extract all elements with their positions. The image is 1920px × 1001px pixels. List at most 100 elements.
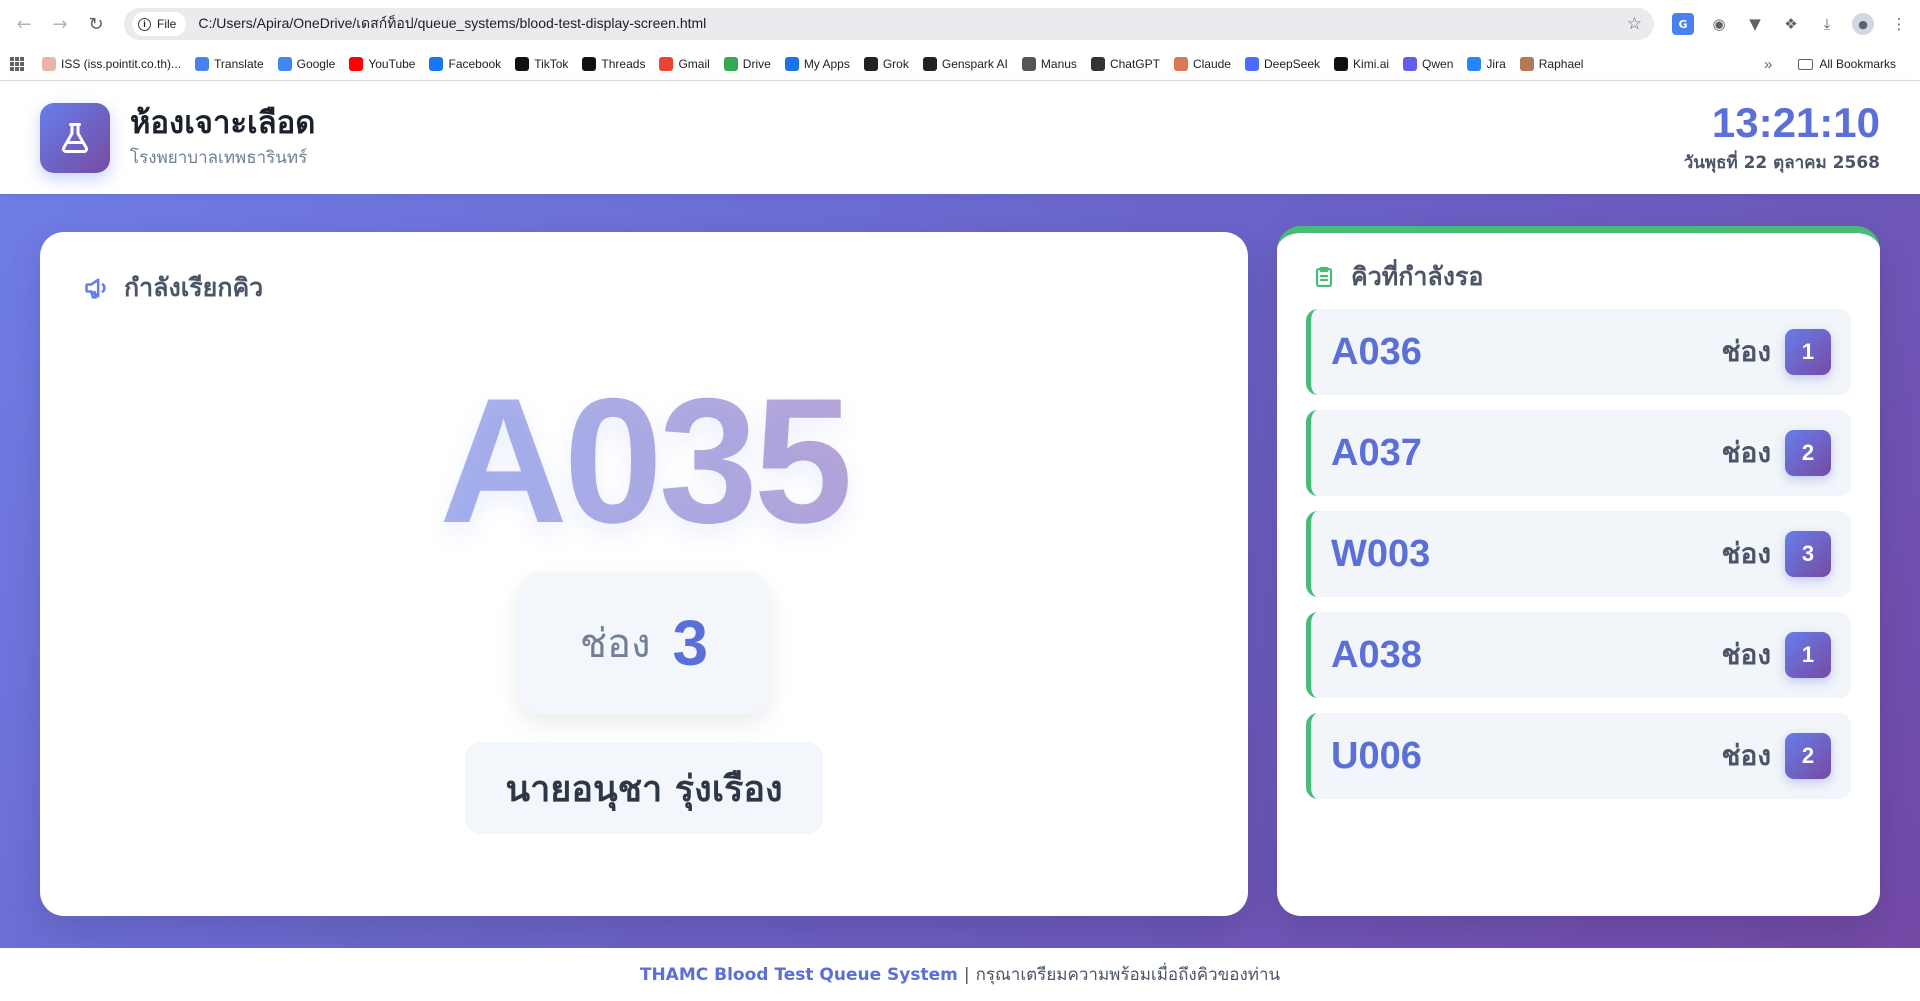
claude-icon [1173, 57, 1188, 71]
current-queue-panel: กำลังเรียกคิว A035 ช่อง 3 นายอนุชา รุ่งเ… [40, 232, 1248, 916]
queue-item-counter-label: ช่อง [1721, 537, 1772, 570]
page-title: ห้องเจาะเลือด [130, 104, 316, 141]
bookmark-item[interactable]: Threads [582, 57, 645, 71]
download-icon[interactable]: ⤓ [1816, 13, 1838, 35]
bookmark-item[interactable]: Gmail [659, 57, 710, 71]
bookmark-item[interactable]: Raphael [1519, 57, 1584, 71]
bookmark-item[interactable]: Drive [723, 57, 771, 71]
waiting-queue-panel: คิวที่กำลังรอ A036 ช่อง 1 A037 ช่อง 2 W003 ช่อง… [1277, 226, 1880, 916]
chatgpt-icon [1090, 57, 1105, 71]
profile-avatar-icon[interactable]: ● [1852, 13, 1874, 35]
bookmark-label: Threads [601, 57, 646, 71]
bookmark-label: TikTok [534, 57, 569, 71]
bookmark-item[interactable]: Qwen [1403, 57, 1453, 71]
queue-item-counter: ช่อง 2 [1722, 430, 1831, 476]
bookmark-item[interactable]: Google [277, 57, 336, 71]
bookmark-label: Genspark AI [941, 57, 1008, 71]
queue-item-counter: ช่อง 1 [1721, 632, 1831, 678]
footer-separator: | [963, 964, 970, 985]
bookmark-item[interactable]: ISS (iss.pointit.co.th)... [42, 57, 181, 71]
bookmark-label: ChatGPT [1109, 57, 1160, 71]
queue-item: U006 ช่อง 2 [1306, 713, 1851, 799]
queue-item-counter-label: ช่อง [1721, 739, 1772, 772]
browser-toolbar: ← → ↻ i File C:/Users/Apira/OneDrive/เดส… [0, 0, 1920, 48]
camera-icon[interactable]: ◉ [1708, 13, 1730, 35]
back-arrow-icon[interactable]: ← [10, 10, 38, 38]
footer-brand: THAMC Blood Test Queue System [639, 964, 958, 985]
youtube-icon [349, 57, 364, 71]
puzzle-extensions-icon[interactable]: ❖ [1780, 13, 1802, 35]
bookmark-item[interactable]: Translate [195, 57, 264, 71]
clock-time: 13:21:10 [1711, 99, 1880, 147]
folder-icon [1798, 58, 1814, 70]
counter-badge: 1 [1785, 632, 1831, 678]
clock: 13:21:10 วันพุธที่ 22 ตุลาคม 2568 [1684, 100, 1880, 175]
bookmark-item[interactable]: Kimi.ai [1334, 57, 1389, 71]
jira-icon [1467, 57, 1482, 71]
queue-item-counter-label: ช่อง [1721, 335, 1772, 368]
browser-chrome: ← → ↻ i File C:/Users/Apira/OneDrive/เดส… [0, 0, 1920, 81]
menu-kebab-icon[interactable]: ⋮ [1888, 13, 1910, 35]
bookmark-item[interactable]: Facebook [429, 57, 501, 71]
forward-arrow-icon[interactable]: → [46, 10, 74, 38]
bookmark-label: Jira [1486, 57, 1506, 71]
raphael-icon [1519, 57, 1534, 71]
bookmark-label: Facebook [448, 57, 502, 71]
bookmark-item[interactable]: My Apps [784, 57, 850, 71]
all-bookmarks-button[interactable]: All Bookmarks [1798, 57, 1896, 71]
counter-label: ช่อง [579, 621, 651, 667]
bookmark-star-icon[interactable]: ☆ [1627, 14, 1642, 34]
bookmark-label: Claude [1192, 57, 1231, 71]
counter-badge: 2 [1785, 430, 1831, 476]
translate-extension-icon[interactable]: G [1672, 13, 1694, 35]
bookmark-label: Google [296, 57, 336, 71]
bookmark-item[interactable]: YouTube [349, 57, 415, 71]
bookmark-label: Drive [742, 57, 771, 71]
gmail-icon [659, 57, 674, 71]
queue-item-counter: ช่อง 1 [1721, 329, 1831, 375]
queue-item: A038 ช่อง 1 [1306, 612, 1851, 698]
drive-icon [723, 57, 738, 71]
genspark-icon [922, 57, 937, 71]
bookmark-item[interactable]: TikTok [515, 57, 568, 71]
info-icon: i [138, 17, 151, 31]
queue-item-counter-label: ช่อง [1721, 638, 1772, 671]
hospital-name: โรงพยาบาลเทพธารินทร์ [130, 148, 308, 169]
bookmark-item[interactable]: Manus [1021, 57, 1077, 71]
current-queue-heading-text: กำลังเรียกคิว [124, 273, 264, 302]
more-bookmarks-icon[interactable]: » [1764, 56, 1772, 73]
current-queue-number: A035 [439, 361, 853, 560]
megaphone-icon [82, 273, 112, 303]
bookmark-label: DeepSeek [1263, 57, 1321, 71]
queue-item-number: W003 [1331, 532, 1431, 575]
bookmark-label: Grok [882, 57, 909, 71]
clipboard-icon [1309, 262, 1339, 292]
patient-name: นายอนุชา รุ่งเรือง [465, 742, 823, 834]
apps-grid-icon[interactable] [10, 57, 24, 71]
filter-icon[interactable]: ▼ [1744, 13, 1766, 35]
counter-badge: 1 [1785, 329, 1831, 375]
kimi-icon [1334, 57, 1349, 71]
bookmark-item[interactable]: Jira [1467, 57, 1506, 71]
bookmark-label: Translate [214, 57, 264, 71]
bookmark-item[interactable]: Grok [863, 57, 909, 71]
bookmark-label: My Apps [803, 57, 850, 71]
bookmark-item[interactable]: DeepSeek [1244, 57, 1321, 71]
queue-item: A036 ช่อง 1 [1306, 309, 1851, 395]
queue-item-counter: ช่อง 2 [1721, 733, 1831, 779]
waiting-queue-heading: คิวที่กำลังรอ [1309, 257, 1483, 297]
bookmark-label: Raphael [1538, 57, 1584, 71]
site-info-chip[interactable]: i File [132, 12, 187, 36]
bookmark-item[interactable]: Genspark AI [922, 57, 1008, 71]
bookmark-item[interactable]: ChatGPT [1090, 57, 1160, 71]
bookmark-label: ISS (iss.pointit.co.th)... [61, 57, 182, 71]
footer: THAMC Blood Test Queue System | กรุณาเตร… [0, 948, 1920, 1001]
current-counter-box: ช่อง 3 [518, 572, 770, 714]
address-bar[interactable]: i File C:/Users/Apira/OneDrive/เดสก์ท็อป… [124, 8, 1654, 40]
app-header: ห้องเจาะเลือด โรงพยาบาลเทพธารินทร์ 13:21… [0, 82, 1920, 194]
threads-icon [582, 57, 597, 71]
reload-icon[interactable]: ↻ [82, 10, 110, 38]
url-text[interactable]: C:/Users/Apira/OneDrive/เดสก์ท็อป/queue_… [198, 13, 1626, 35]
bookmark-item[interactable]: Claude [1173, 57, 1231, 71]
queue-item-number: A037 [1331, 431, 1422, 474]
